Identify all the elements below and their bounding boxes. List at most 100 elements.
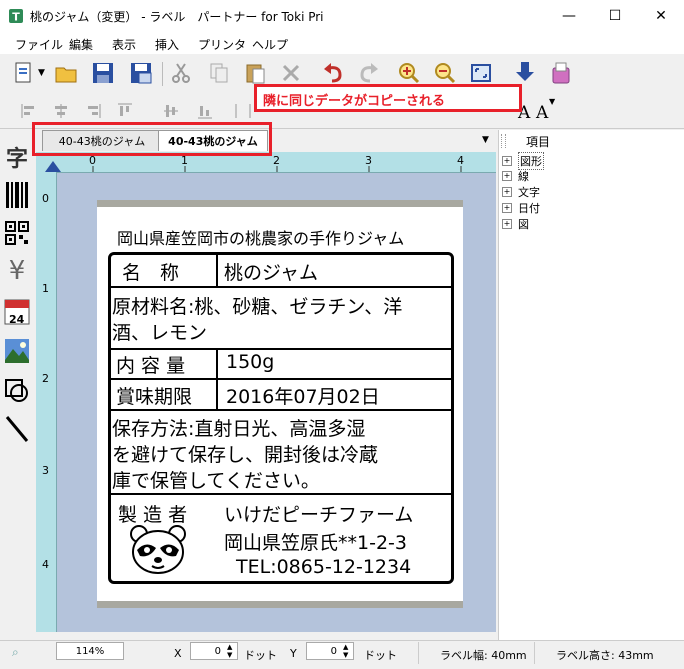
y-spinner-icon[interactable]: ▲ ▼ bbox=[343, 643, 348, 659]
ruler-v-0: 0 bbox=[42, 192, 49, 205]
tab-dropdown-icon[interactable]: ▼ bbox=[482, 135, 489, 145]
callout-annotation: 隣に同じデータがコピーされる bbox=[254, 84, 522, 112]
paste-icon[interactable] bbox=[242, 60, 268, 86]
callout-text: 隣に同じデータがコピーされる bbox=[263, 94, 446, 109]
save-icon[interactable] bbox=[90, 60, 116, 86]
menu-edit[interactable]: 編集 bbox=[69, 36, 93, 53]
row-divider bbox=[110, 286, 452, 288]
label-storage-1[interactable]: 保存方法:直射日光、高温多湿 bbox=[112, 414, 365, 441]
label-content-key[interactable]: 内 容 量 bbox=[116, 351, 185, 378]
line-tool-icon[interactable] bbox=[3, 414, 31, 444]
printer-icon[interactable] bbox=[548, 60, 574, 86]
ruler-h-2: 2 bbox=[273, 154, 280, 167]
svg-text:T: T bbox=[12, 11, 20, 24]
label-content-value[interactable]: 150g bbox=[226, 351, 274, 373]
menu-printer[interactable]: プリンタ bbox=[198, 36, 246, 53]
y-unit: ドット bbox=[364, 649, 397, 662]
vertical-ruler: 0 1 2 3 4 bbox=[36, 172, 57, 632]
barcode-tool-icon[interactable] bbox=[3, 180, 31, 210]
label-edge-top bbox=[97, 200, 463, 207]
align-right-icon[interactable] bbox=[80, 98, 106, 124]
label-storage-3[interactable]: 庫で保管してください。 bbox=[112, 466, 320, 493]
redo-icon[interactable] bbox=[356, 60, 382, 86]
panel-header: 項目 bbox=[526, 135, 551, 149]
align-left-icon[interactable] bbox=[16, 98, 42, 124]
download-icon[interactable] bbox=[512, 60, 538, 86]
x-unit: ドット bbox=[244, 649, 277, 662]
menu-view[interactable]: 表示 bbox=[112, 36, 136, 53]
app-icon: T bbox=[8, 8, 24, 24]
ruler-h-3: 3 bbox=[365, 154, 372, 167]
y-label: Y bbox=[290, 647, 297, 660]
pointer-icon: ⌕ bbox=[12, 645, 19, 659]
undo-icon[interactable] bbox=[320, 60, 346, 86]
label-ingredients-2[interactable]: 酒、レモン bbox=[112, 318, 207, 345]
save-as-icon[interactable] bbox=[128, 60, 154, 86]
shape-tool-icon[interactable] bbox=[3, 376, 31, 406]
maximize-button[interactable]: ☐ bbox=[592, 0, 638, 32]
date-tool-number: 24 bbox=[9, 313, 25, 326]
tree-item-date[interactable]: + 日付 bbox=[502, 200, 540, 216]
label-expiry-key[interactable]: 賞味期限 bbox=[116, 382, 192, 409]
copy-icon[interactable] bbox=[206, 60, 232, 86]
qr-code-tool-icon[interactable] bbox=[3, 218, 31, 248]
image-tool-icon[interactable] bbox=[3, 336, 31, 366]
font-size-up-button[interactable]: A bbox=[536, 103, 548, 123]
label-edge-bottom bbox=[97, 601, 463, 608]
label-maker-address[interactable]: 岡山県笠原氏**1-2-3 bbox=[224, 528, 407, 555]
label-heading[interactable]: 岡山県産笠岡市の桃農家の手作りジャム bbox=[117, 225, 404, 249]
zoom-in-icon[interactable] bbox=[396, 60, 422, 86]
menu-file[interactable]: ファイル bbox=[15, 36, 63, 53]
label-ingredients-1[interactable]: 原材料名:桃、砂糖、ゼラチン、洋 bbox=[112, 292, 402, 319]
label-storage-2[interactable]: を避けて保存し、開封後は冷蔵 bbox=[112, 440, 378, 467]
window-title: 桃のジャム（変更） - ラベル パートナー for Toki Pri bbox=[30, 10, 324, 24]
new-document-icon[interactable] bbox=[10, 60, 36, 86]
label-height: ラベル高さ: 43mm bbox=[556, 649, 654, 662]
distribute-icon[interactable] bbox=[230, 98, 256, 124]
col-divider bbox=[216, 254, 218, 287]
ruler-v-3: 3 bbox=[42, 464, 49, 477]
text-tool-icon[interactable]: 字 bbox=[3, 142, 31, 172]
tree-item-lines[interactable]: + 線 bbox=[502, 168, 529, 184]
align-top-icon[interactable] bbox=[112, 98, 138, 124]
tree-item-text[interactable]: + 文字 bbox=[502, 184, 540, 200]
menu-bar bbox=[0, 32, 684, 54]
label-name-key[interactable]: 名 称 bbox=[122, 258, 179, 285]
label-expiry-value[interactable]: 2016年07月02日 bbox=[226, 382, 380, 409]
row-divider bbox=[110, 409, 452, 411]
label-maker-tel[interactable]: TEL:0865-12-1234 bbox=[236, 556, 411, 578]
minimize-button[interactable]: — bbox=[546, 0, 592, 32]
x-label: X bbox=[174, 647, 182, 660]
raccoon-mascot-icon[interactable] bbox=[128, 522, 188, 579]
tree-item-figure[interactable]: + 図 bbox=[502, 216, 529, 232]
panel-grip[interactable] bbox=[501, 134, 506, 148]
label-maker-name[interactable]: いけだピーチファーム bbox=[224, 500, 413, 527]
status-separator bbox=[418, 642, 419, 664]
font-size-dropdown-icon[interactable]: ▼ bbox=[549, 97, 555, 106]
align-middle-icon[interactable] bbox=[158, 98, 184, 124]
ruler-v-2: 2 bbox=[42, 372, 49, 385]
toolbar-separator bbox=[162, 62, 163, 86]
row-divider bbox=[110, 348, 452, 350]
align-bottom-icon[interactable] bbox=[192, 98, 218, 124]
fit-page-icon[interactable] bbox=[468, 60, 494, 86]
row-divider bbox=[110, 493, 452, 495]
row-divider bbox=[110, 378, 452, 380]
ruler-v-1: 1 bbox=[42, 282, 49, 295]
zoom-field[interactable]: 114% bbox=[56, 642, 124, 660]
status-separator bbox=[534, 642, 535, 664]
open-folder-icon[interactable] bbox=[54, 60, 80, 86]
delete-icon[interactable] bbox=[278, 60, 304, 86]
align-center-icon[interactable] bbox=[48, 98, 74, 124]
menu-help[interactable]: ヘルプ bbox=[252, 36, 288, 53]
x-spinner-icon[interactable]: ▲ ▼ bbox=[227, 643, 232, 659]
close-button[interactable]: ✕ bbox=[638, 0, 684, 32]
cut-icon[interactable] bbox=[168, 60, 194, 86]
ruler-h-4: 4 bbox=[457, 154, 464, 167]
new-dropdown-icon[interactable]: ▼ bbox=[38, 68, 45, 78]
price-tool-icon[interactable]: ¥ bbox=[3, 256, 31, 286]
ruler-v-4: 4 bbox=[42, 558, 49, 571]
label-name-value[interactable]: 桃のジャム bbox=[224, 258, 318, 285]
zoom-out-icon[interactable] bbox=[432, 60, 458, 86]
menu-insert[interactable]: 挿入 bbox=[155, 36, 179, 53]
